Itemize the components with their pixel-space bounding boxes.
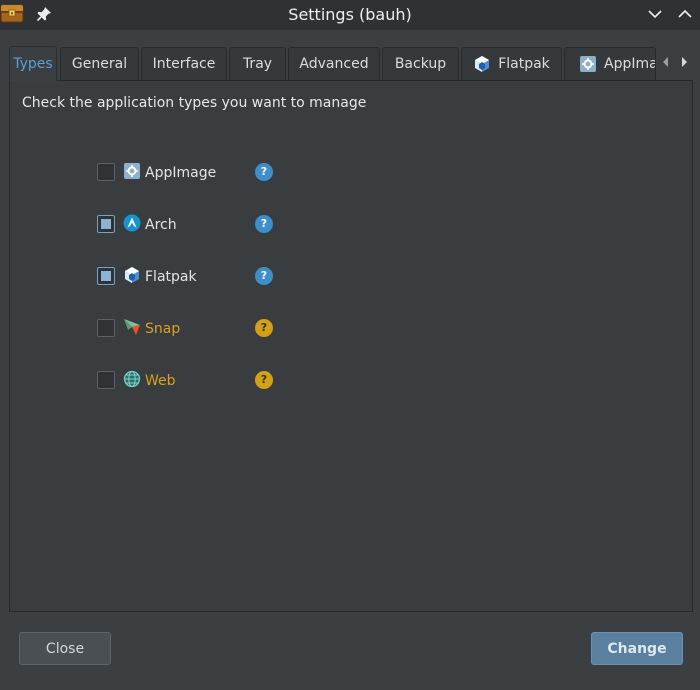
web-help-icon[interactable]: ? (255, 371, 273, 389)
tab-scroll-right-icon[interactable] (679, 56, 689, 68)
instruction-text: Check the application types you want to … (22, 95, 367, 111)
arch-checkbox[interactable] (97, 215, 115, 233)
type-row-web: Web ? (97, 369, 297, 393)
types-panel: Check the application types you want to … (9, 80, 693, 612)
flatpak-icon (125, 267, 139, 283)
tab-label: Advanced (299, 56, 369, 72)
tab-flatpak[interactable]: Flatpak (461, 47, 562, 80)
snap-icon (124, 319, 140, 335)
flatpak-label: Flatpak (145, 269, 197, 285)
type-row-flatpak: Flatpak ? (97, 265, 297, 289)
change-button[interactable]: Change (591, 632, 683, 665)
tab-tray[interactable]: Tray (229, 47, 286, 80)
tab-label: Tray (242, 56, 273, 72)
arch-icon (123, 214, 141, 232)
tab-backup[interactable]: Backup (382, 47, 459, 80)
title-bar: Settings (bauh) (0, 0, 700, 30)
appimage-checkbox[interactable] (97, 163, 115, 181)
tab-advanced[interactable]: Advanced (288, 47, 380, 80)
web-label: Web (145, 373, 176, 389)
tab-types[interactable]: Types (9, 46, 57, 81)
close-button[interactable]: Close (19, 632, 111, 665)
type-row-appimage: AppImage ? (97, 161, 297, 185)
appimage-icon (124, 163, 140, 179)
snap-checkbox[interactable] (97, 319, 115, 337)
tab-label: AppImag (604, 56, 655, 72)
arch-help-icon[interactable]: ? (255, 215, 273, 233)
snap-label: Snap (145, 321, 181, 337)
snap-help-icon[interactable]: ? (255, 319, 273, 337)
appimage-help-icon[interactable]: ? (255, 163, 273, 181)
appimage-label: AppImage (145, 165, 217, 181)
tab-label: General (71, 56, 128, 72)
tab-label: Interface (152, 56, 216, 72)
flatpak-checkbox[interactable] (97, 267, 115, 285)
window-title: Settings (bauh) (288, 5, 412, 24)
tab-general[interactable]: General (60, 47, 139, 80)
web-globe-icon (123, 370, 141, 388)
maximize-chevron-up-icon[interactable] (677, 6, 693, 22)
arch-label: Arch (145, 217, 177, 233)
type-row-arch: Arch ? (97, 213, 297, 237)
tab-scroll-left-icon[interactable] (661, 56, 671, 68)
type-row-snap: Snap ? (97, 317, 297, 341)
tab-label: Flatpak (498, 56, 550, 72)
tab-interface[interactable]: Interface (141, 47, 227, 80)
flatpak-help-icon[interactable]: ? (255, 267, 273, 285)
tab-bar: Types General Interface Tray Advanced Ba… (9, 46, 693, 81)
tab-label: Types (13, 55, 53, 72)
tab-appimage[interactable]: AppImag (564, 47, 656, 80)
flatpak-icon (475, 56, 490, 72)
tab-label: Backup (394, 56, 447, 72)
minimize-chevron-down-icon[interactable] (647, 6, 663, 22)
web-checkbox[interactable] (97, 371, 115, 389)
appimage-icon (580, 56, 596, 72)
